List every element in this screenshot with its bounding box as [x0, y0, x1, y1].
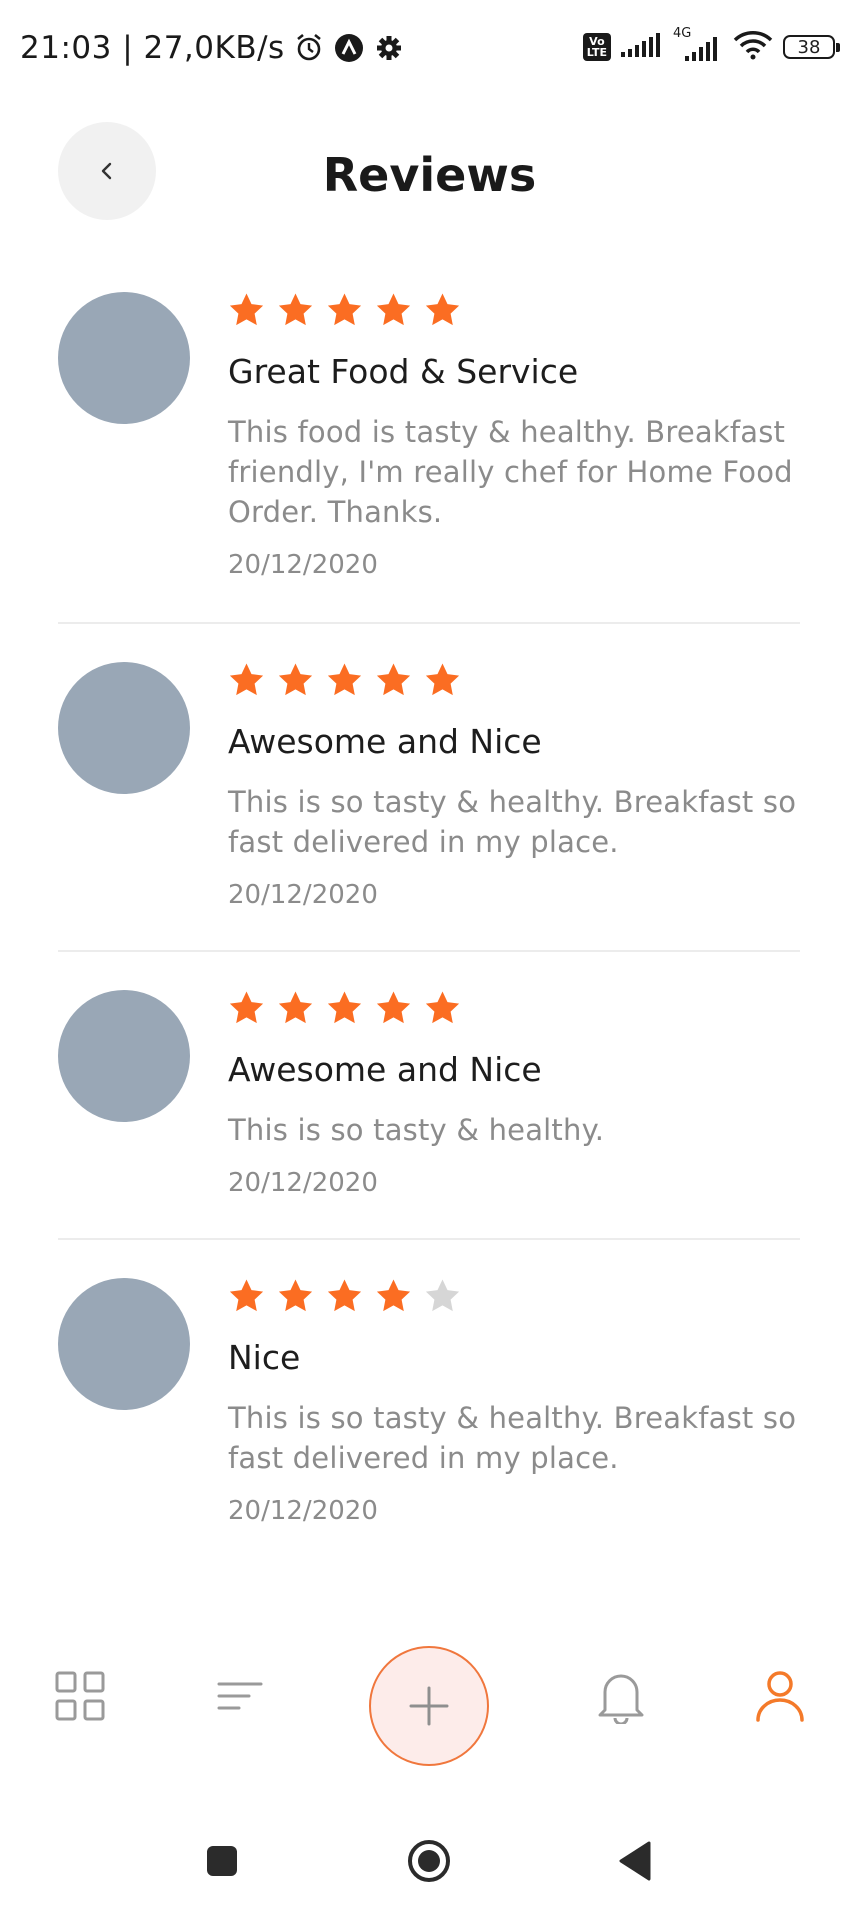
- rating-stars: [228, 1278, 800, 1318]
- nav-profile[interactable]: [750, 1666, 810, 1726]
- star-filled-icon: [278, 991, 313, 1024]
- review-content: Awesome and Nice This is so tasty & heal…: [228, 990, 800, 1200]
- star-filled-icon: [376, 663, 411, 696]
- list-icon: [217, 1682, 263, 1710]
- star-filled-icon: [376, 293, 411, 326]
- avatar: [58, 292, 190, 424]
- divider: [58, 622, 800, 624]
- review-text: This is so tasty & healthy. Breakfast so…: [228, 1401, 797, 1475]
- star-filled-icon: [425, 991, 460, 1024]
- battery-icon: 38: [783, 35, 840, 59]
- system-nav: [0, 1820, 859, 1900]
- star-filled-icon: [425, 293, 460, 326]
- add-button[interactable]: [369, 1646, 489, 1766]
- rating-stars: [228, 990, 800, 1030]
- divider: [58, 1238, 800, 1240]
- star-filled-icon: [425, 663, 460, 696]
- star-filled-icon: [229, 293, 264, 326]
- avatar: [58, 662, 190, 794]
- review-title: Great Food & Service: [228, 352, 579, 391]
- review-content: Nice This is so tasty & healthy. Breakfa…: [228, 1278, 800, 1528]
- battery-level: 38: [797, 36, 821, 58]
- alarm-icon: [293, 32, 325, 64]
- signal-icon: [621, 32, 663, 62]
- star-filled-icon: [376, 991, 411, 1024]
- review-text: This is so tasty & healthy.: [228, 1113, 605, 1147]
- system-back-button[interactable]: [612, 1838, 658, 1884]
- status-time: 21:03 | 27,0KB/s: [20, 30, 285, 66]
- grid-icon: [55, 1671, 105, 1721]
- nav-notifications[interactable]: [591, 1666, 651, 1726]
- wifi-icon: [733, 30, 773, 64]
- star-filled-icon: [376, 1279, 411, 1312]
- review-text: This food is tasty & healthy. Breakfast …: [228, 415, 793, 529]
- app-notification-icon: [333, 32, 365, 64]
- review-text: This is so tasty & healthy. Breakfast so…: [228, 785, 797, 859]
- avatar: [58, 990, 190, 1122]
- star-filled-icon: [278, 1279, 313, 1312]
- recent-apps-button[interactable]: [199, 1838, 245, 1884]
- star-filled-icon: [278, 663, 313, 696]
- nav-home[interactable]: [50, 1666, 110, 1726]
- page-title: Reviews: [322, 148, 537, 202]
- home-icon: [408, 1840, 450, 1882]
- bottom-nav: [0, 1630, 859, 1770]
- review-date: 20/12/2020: [228, 550, 378, 580]
- plus-icon: [409, 1686, 449, 1726]
- review-content: Awesome and Nice This is so tasty & heal…: [228, 662, 800, 912]
- star-filled-icon: [327, 293, 362, 326]
- review-title: Awesome and Nice: [228, 722, 542, 761]
- star-filled-icon: [229, 991, 264, 1024]
- star-filled-icon: [278, 293, 313, 326]
- user-icon: [756, 1671, 804, 1722]
- home-button[interactable]: [406, 1838, 452, 1884]
- divider: [58, 950, 800, 952]
- rating-stars: [228, 292, 800, 332]
- avatar: [58, 1278, 190, 1410]
- star-filled-icon: [327, 663, 362, 696]
- review-date: 20/12/2020: [228, 880, 378, 910]
- recent-apps-icon: [207, 1846, 237, 1876]
- review-title: Awesome and Nice: [228, 1050, 542, 1089]
- rating-stars: [228, 662, 800, 702]
- star-filled-icon: [229, 663, 264, 696]
- star-empty-icon: [425, 1279, 460, 1312]
- nav-list[interactable]: [210, 1666, 270, 1726]
- volte-icon: Vo LTE: [582, 33, 611, 61]
- review-date: 20/12/2020: [228, 1168, 378, 1198]
- status-bar: 21:03 | 27,0KB/s Vo LTE 4G 38: [0, 0, 859, 100]
- settings-icon: [373, 32, 405, 64]
- review-title: Nice: [228, 1338, 301, 1377]
- review-content: Great Food & Service This food is tasty …: [228, 292, 800, 582]
- star-filled-icon: [327, 991, 362, 1024]
- review-date: 20/12/2020: [228, 1496, 378, 1526]
- star-filled-icon: [229, 1279, 264, 1312]
- star-filled-icon: [327, 1279, 362, 1312]
- signal-4g-icon: 4G: [673, 26, 723, 62]
- back-triangle-icon: [619, 1841, 651, 1881]
- bell-icon: [598, 1674, 644, 1724]
